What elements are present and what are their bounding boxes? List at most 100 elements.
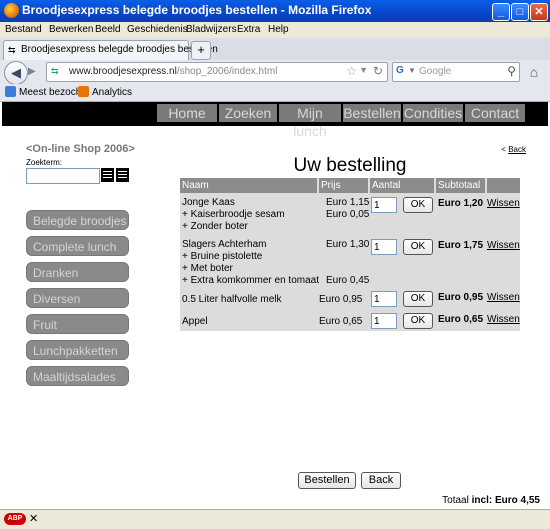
item-name: Slagers Achterham <box>182 239 267 250</box>
bookmarks-bar: Meest bezocht Analytics <box>0 84 550 102</box>
column-header-subtotaal: Subtotaal <box>436 178 485 193</box>
column-header-aantal: Aantal <box>370 178 434 193</box>
reload-icon[interactable]: ↻ <box>373 64 383 78</box>
close-window-button[interactable]: ✕ <box>530 3 548 21</box>
analytics-icon <box>78 86 89 97</box>
nav-mijn-lunch[interactable]: Mijn lunch <box>279 104 341 139</box>
maximize-button[interactable]: □ <box>511 3 529 21</box>
close-icon[interactable]: ✕ <box>29 512 38 525</box>
search-label: Zoekterm: <box>26 158 63 167</box>
site-top-navigation: Home Zoeken Mijn lunch Bestellen Conditi… <box>2 102 548 139</box>
menu-bar: Bestand Bewerken Beeld Geschiedenis Blad… <box>0 22 550 38</box>
order-total: Totaal incl: Euro 4,55 <box>442 495 540 506</box>
new-tab-button[interactable]: + <box>191 41 211 60</box>
item-option: + Extra komkommer en tomaat <box>182 275 319 286</box>
item-option: + Met boter <box>182 263 233 274</box>
item-price: Euro 1,30 <box>326 239 370 250</box>
menu-help[interactable]: Help <box>268 24 289 35</box>
search-submit-icon[interactable] <box>101 168 114 182</box>
order-button[interactable]: Bestellen <box>298 472 356 489</box>
bookmark-folder-icon <box>5 86 16 97</box>
category-belegde-broodjes[interactable]: Belegde broodjes <box>26 210 129 230</box>
remove-link[interactable]: Wissen <box>487 240 520 251</box>
page-favicon-icon: ⇆ <box>8 45 16 55</box>
search-icon[interactable]: ⚲ <box>507 64 516 78</box>
menu-extra[interactable]: Extra <box>237 24 260 35</box>
ok-button[interactable]: OK <box>403 239 433 255</box>
menu-bestand[interactable]: Bestand <box>5 24 42 35</box>
ok-button[interactable]: OK <box>403 313 433 329</box>
back-arrow-icon[interactable]: ◀ <box>4 61 28 85</box>
google-icon[interactable]: G <box>396 65 404 76</box>
adblock-icon[interactable]: ABP <box>4 513 26 525</box>
category-dranken[interactable]: Dranken <box>26 262 129 282</box>
site-identity-icon[interactable]: ⇆ <box>51 66 59 77</box>
forward-arrow-icon[interactable]: ▶ <box>28 64 42 80</box>
order-table-header: Naam Prijs Aantal Subtotaal <box>180 178 520 193</box>
site-search-input[interactable] <box>26 168 100 184</box>
remove-link[interactable]: Wissen <box>487 292 520 303</box>
status-bar: ABP ✕ <box>0 509 550 529</box>
item-subtotal: Euro 0,65 <box>438 314 484 325</box>
page-content: Home Zoeken Mijn lunch Bestellen Conditi… <box>2 102 548 509</box>
address-bar[interactable]: ⇆ www.broodjesexpress.nl/shop_2006/index… <box>46 62 388 82</box>
quantity-input[interactable]: 1 <box>371 313 397 329</box>
back-button[interactable]: Back <box>361 472 401 489</box>
quantity-input[interactable]: 1 <box>371 239 397 255</box>
history-dropdown-icon[interactable]: ▼ <box>359 65 368 75</box>
item-price: Euro 0,65 <box>319 316 363 327</box>
bookmark-meest-bezocht[interactable]: Meest bezocht <box>5 86 84 98</box>
item-name: Jonge Kaas <box>182 197 235 208</box>
menu-bewerken[interactable]: Bewerken <box>49 24 93 35</box>
firefox-icon <box>4 3 19 18</box>
item-name: 0.5 Liter halfvolle melk <box>182 294 282 305</box>
remove-link[interactable]: Wissen <box>487 314 520 325</box>
tab-broodjesexpress[interactable]: ⇆ Broodjesexpress belegde broodjes beste… <box>3 40 218 60</box>
back-link[interactable]: < Back <box>501 145 526 154</box>
item-option: + Bruine pistolette <box>182 251 263 262</box>
shop-name: <On-line Shop 2006> <box>26 143 135 155</box>
category-lunchpakketten[interactable]: Lunchpakketten <box>26 340 129 360</box>
page-title: Uw bestelling <box>293 155 407 176</box>
url-text: www.broodjesexpress.nl/shop_2006/index.h… <box>69 66 278 77</box>
search-advanced-icon[interactable] <box>116 168 129 182</box>
nav-contact[interactable]: Contact <box>465 104 525 122</box>
nav-condities[interactable]: Condities <box>403 104 463 122</box>
category-fruit[interactable]: Fruit <box>26 314 129 334</box>
quantity-input[interactable]: 1 <box>371 197 397 213</box>
menu-beeld[interactable]: Beeld <box>95 24 121 35</box>
browser-window: Broodjesexpress belegde broodjes bestell… <box>0 0 550 529</box>
bookmark-analytics[interactable]: Analytics <box>78 86 132 98</box>
item-subtotal: Euro 1,75 <box>438 240 484 251</box>
ok-button[interactable]: OK <box>403 291 433 307</box>
item-option: + Kaiserbroodje sesam <box>182 209 285 220</box>
option-price: Euro 0,05 <box>326 209 370 220</box>
category-diversen[interactable]: Diversen <box>26 288 129 308</box>
order-table: Naam Prijs Aantal Subtotaal Jonge Kaas +… <box>180 178 520 331</box>
nav-zoeken[interactable]: Zoeken <box>219 104 277 122</box>
item-option: + Zonder boter <box>182 221 248 232</box>
nav-bestellen[interactable]: Bestellen <box>343 104 401 122</box>
column-header-naam: Naam <box>180 178 317 193</box>
quantity-input[interactable]: 1 <box>371 291 397 307</box>
home-icon[interactable]: ⌂ <box>524 62 544 82</box>
search-engine-dropdown-icon[interactable]: ▼ <box>408 66 416 75</box>
menu-geschiedenis[interactable]: Geschiedenis <box>127 24 188 35</box>
title-bar: Broodjesexpress belegde broodjes bestell… <box>0 0 550 22</box>
minimize-button[interactable]: _ <box>492 3 510 21</box>
item-price: Euro 0,95 <box>319 294 363 305</box>
tab-strip: ⇆ Broodjesexpress belegde broodjes beste… <box>0 38 550 61</box>
item-subtotal: Euro 0,95 <box>438 292 484 303</box>
category-maaltijdsalades[interactable]: Maaltijdsalades <box>26 366 129 386</box>
remove-link[interactable]: Wissen <box>487 198 520 209</box>
navigation-bar: ◀ ▶ ⇆ www.broodjesexpress.nl/shop_2006/i… <box>0 60 550 85</box>
option-price: Euro 0,45 <box>326 275 370 286</box>
menu-bladwijzers[interactable]: Bladwijzers <box>186 24 237 35</box>
item-subtotal: Euro 1,20 <box>438 198 484 209</box>
ok-button[interactable]: OK <box>403 197 433 213</box>
search-bar[interactable]: G ▼ Google ⚲ <box>392 62 520 82</box>
category-complete-lunch[interactable]: Complete lunch <box>26 236 129 256</box>
item-price: Euro 1,15 <box>326 197 370 208</box>
bookmark-star-icon[interactable]: ☆ <box>346 64 357 78</box>
nav-home[interactable]: Home <box>157 104 217 122</box>
